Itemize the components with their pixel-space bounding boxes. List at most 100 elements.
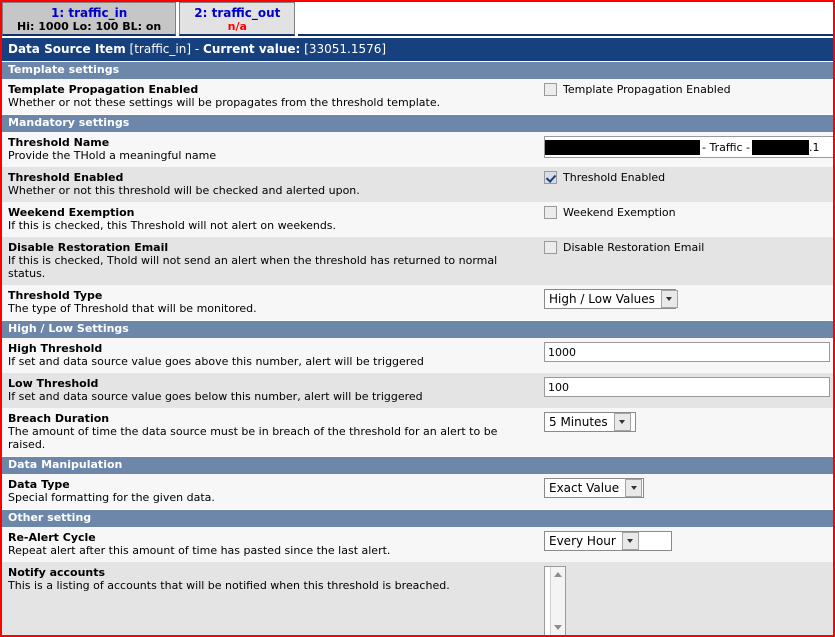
- notify-accounts-desc: This is a listing of accounts that will …: [8, 579, 450, 592]
- realert-cycle-title: Re-Alert Cycle: [8, 531, 96, 544]
- disable-restoration-email-checkbox-wrap[interactable]: Disable Restoration Email: [544, 241, 704, 254]
- realert-cycle-select-value: Every Hour: [549, 534, 616, 548]
- row-threshold-name-label: Threshold Name Provide the THold a meani…: [2, 132, 540, 167]
- threshold-type-select[interactable]: High / Low Values: [544, 289, 678, 309]
- scroll-down-icon[interactable]: [554, 625, 562, 630]
- row-template-propagation-field: Template Propagation Enabled: [540, 79, 833, 101]
- row-data-type-label: Data Type Special formatting for the giv…: [2, 474, 540, 509]
- realert-cycle-select[interactable]: Every Hour: [544, 531, 672, 551]
- tab-traffic-in-subtitle: Hi: 1000 Lo: 100 BL: on: [17, 19, 162, 33]
- template-propagation-title: Template Propagation Enabled: [8, 83, 199, 96]
- threshold-enabled-checkbox-label: Threshold Enabled: [563, 171, 666, 184]
- chevron-down-icon[interactable]: [621, 532, 639, 550]
- template-propagation-checkbox[interactable]: [544, 83, 557, 96]
- breach-duration-title: Breach Duration: [8, 412, 110, 425]
- row-template-propagation: Template Propagation Enabled Whether or …: [2, 79, 833, 114]
- row-disable-restoration-email: Disable Restoration Email If this is che…: [2, 237, 833, 285]
- row-low-threshold-field: [540, 373, 833, 402]
- low-threshold-desc: If set and data source value goes below …: [8, 390, 423, 403]
- weekend-exemption-checkbox-label: Weekend Exemption: [563, 206, 676, 219]
- row-threshold-type-label: Threshold Type The type of Threshold tha…: [2, 285, 540, 320]
- page-title-current-value-label: Current value:: [203, 42, 301, 56]
- row-realert-cycle-field: Every Hour: [540, 527, 833, 556]
- threshold-type-title: Threshold Type: [8, 289, 103, 302]
- row-high-threshold-field: [540, 338, 833, 367]
- row-high-threshold: High Threshold If set and data source va…: [2, 338, 833, 373]
- row-low-threshold: Low Threshold If set and data source val…: [2, 373, 833, 408]
- scroll-up-icon[interactable]: [554, 572, 562, 577]
- row-breach-duration-field: 5 Minutes: [540, 408, 833, 437]
- row-notify-accounts-label: Notify accounts This is a listing of acc…: [2, 562, 540, 597]
- section-header-other-setting: Other setting: [2, 509, 833, 527]
- breach-duration-desc: The amount of time the data source must …: [8, 425, 498, 451]
- section-header-high-low-settings: High / Low Settings: [2, 320, 833, 338]
- row-threshold-type: Threshold Type The type of Threshold tha…: [2, 285, 833, 320]
- low-threshold-input[interactable]: [544, 377, 830, 397]
- breach-duration-select-value: 5 Minutes: [549, 415, 608, 429]
- row-weekend-exemption-field: Weekend Exemption: [540, 202, 833, 224]
- chevron-down-icon[interactable]: [613, 413, 631, 431]
- threshold-name-title: Threshold Name: [8, 136, 110, 149]
- realert-cycle-desc: Repeat alert after this amount of time h…: [8, 544, 391, 557]
- disable-restoration-email-checkbox[interactable]: [544, 241, 557, 254]
- template-propagation-desc: Whether or not these settings will be pr…: [8, 96, 441, 109]
- row-template-propagation-label: Template Propagation Enabled Whether or …: [2, 79, 540, 114]
- page-title-source: [traffic_in]: [129, 42, 192, 56]
- threshold-name-input[interactable]: - Traffic - .1: [544, 136, 833, 158]
- threshold-type-select-value: High / Low Values: [549, 292, 655, 306]
- row-disable-restoration-email-field: Disable Restoration Email: [540, 237, 833, 259]
- breach-duration-select[interactable]: 5 Minutes: [544, 412, 636, 432]
- row-breach-duration-label: Breach Duration The amount of time the d…: [2, 408, 540, 456]
- page-root: 1: traffic_in Hi: 1000 Lo: 100 BL: on 2:…: [0, 0, 835, 637]
- page-title: Data Source Item [traffic_in] - Current …: [2, 38, 833, 61]
- high-threshold-title: High Threshold: [8, 342, 103, 355]
- row-threshold-enabled: Threshold Enabled Whether or not this th…: [2, 167, 833, 202]
- row-high-threshold-label: High Threshold If set and data source va…: [2, 338, 540, 373]
- disable-restoration-email-checkbox-label: Disable Restoration Email: [563, 241, 705, 254]
- tab-bar: 1: traffic_in Hi: 1000 Lo: 100 BL: on 2:…: [2, 2, 833, 38]
- template-propagation-checkbox-wrap[interactable]: Template Propagation Enabled: [544, 83, 731, 96]
- row-notify-accounts: Notify accounts This is a listing of acc…: [2, 562, 833, 635]
- row-threshold-enabled-field: Threshold Enabled: [540, 167, 833, 189]
- disable-restoration-email-desc: If this is checked, Thold will not send …: [8, 254, 498, 280]
- low-threshold-title: Low Threshold: [8, 377, 99, 390]
- section-header-mandatory-settings: Mandatory settings: [2, 114, 833, 132]
- row-threshold-enabled-label: Threshold Enabled Whether or not this th…: [2, 167, 540, 202]
- tab-traffic-out-subtitle: n/a: [227, 19, 247, 33]
- threshold-name-redaction-2: [751, 139, 809, 155]
- tab-traffic-in-title: 1: traffic_in: [51, 5, 128, 20]
- section-header-template-settings: Template settings: [2, 61, 833, 79]
- disable-restoration-email-title: Disable Restoration Email: [8, 241, 169, 254]
- row-threshold-name: Threshold Name Provide the THold a meani…: [2, 132, 833, 167]
- threshold-enabled-checkbox-wrap[interactable]: Threshold Enabled: [544, 171, 665, 184]
- row-disable-restoration-email-label: Disable Restoration Email If this is che…: [2, 237, 540, 285]
- threshold-enabled-title: Threshold Enabled: [8, 171, 124, 184]
- row-data-type: Data Type Special formatting for the giv…: [2, 474, 833, 509]
- chevron-down-icon[interactable]: [660, 290, 678, 308]
- page-title-current-value: [33051.1576]: [304, 42, 387, 56]
- row-realert-cycle: Re-Alert Cycle Repeat alert after this a…: [2, 527, 833, 562]
- row-weekend-exemption: Weekend Exemption If this is checked, th…: [2, 202, 833, 237]
- section-header-data-manipulation: Data Manipulation: [2, 456, 833, 474]
- row-realert-cycle-label: Re-Alert Cycle Repeat alert after this a…: [2, 527, 540, 562]
- high-threshold-desc: If set and data source value goes above …: [8, 355, 424, 368]
- data-type-select-value: Exact Value: [549, 481, 620, 495]
- threshold-enabled-checkbox[interactable]: [544, 171, 557, 184]
- tab-traffic-in[interactable]: 1: traffic_in Hi: 1000 Lo: 100 BL: on: [2, 2, 177, 36]
- tab-traffic-out[interactable]: 2: traffic_out n/a: [179, 2, 296, 36]
- high-threshold-input[interactable]: [544, 342, 830, 362]
- row-threshold-name-field: - Traffic - .1: [540, 132, 833, 163]
- threshold-type-desc: The type of Threshold that will be monit…: [8, 302, 257, 315]
- notify-accounts-listbox[interactable]: [544, 566, 566, 635]
- threshold-name-redaction-1: [545, 139, 700, 155]
- weekend-exemption-checkbox[interactable]: [544, 206, 557, 219]
- threshold-name-desc: Provide the THold a meaningful name: [8, 149, 217, 162]
- row-breach-duration: Breach Duration The amount of time the d…: [2, 408, 833, 456]
- row-threshold-type-field: High / Low Values: [540, 285, 833, 314]
- threshold-enabled-desc: Whether or not this threshold will be ch…: [8, 184, 360, 197]
- chevron-down-icon[interactable]: [625, 479, 643, 497]
- data-type-select[interactable]: Exact Value: [544, 478, 644, 498]
- data-type-desc: Special formatting for the given data.: [8, 491, 215, 504]
- weekend-exemption-desc: If this is checked, this Threshold will …: [8, 219, 337, 232]
- weekend-exemption-checkbox-wrap[interactable]: Weekend Exemption: [544, 206, 676, 219]
